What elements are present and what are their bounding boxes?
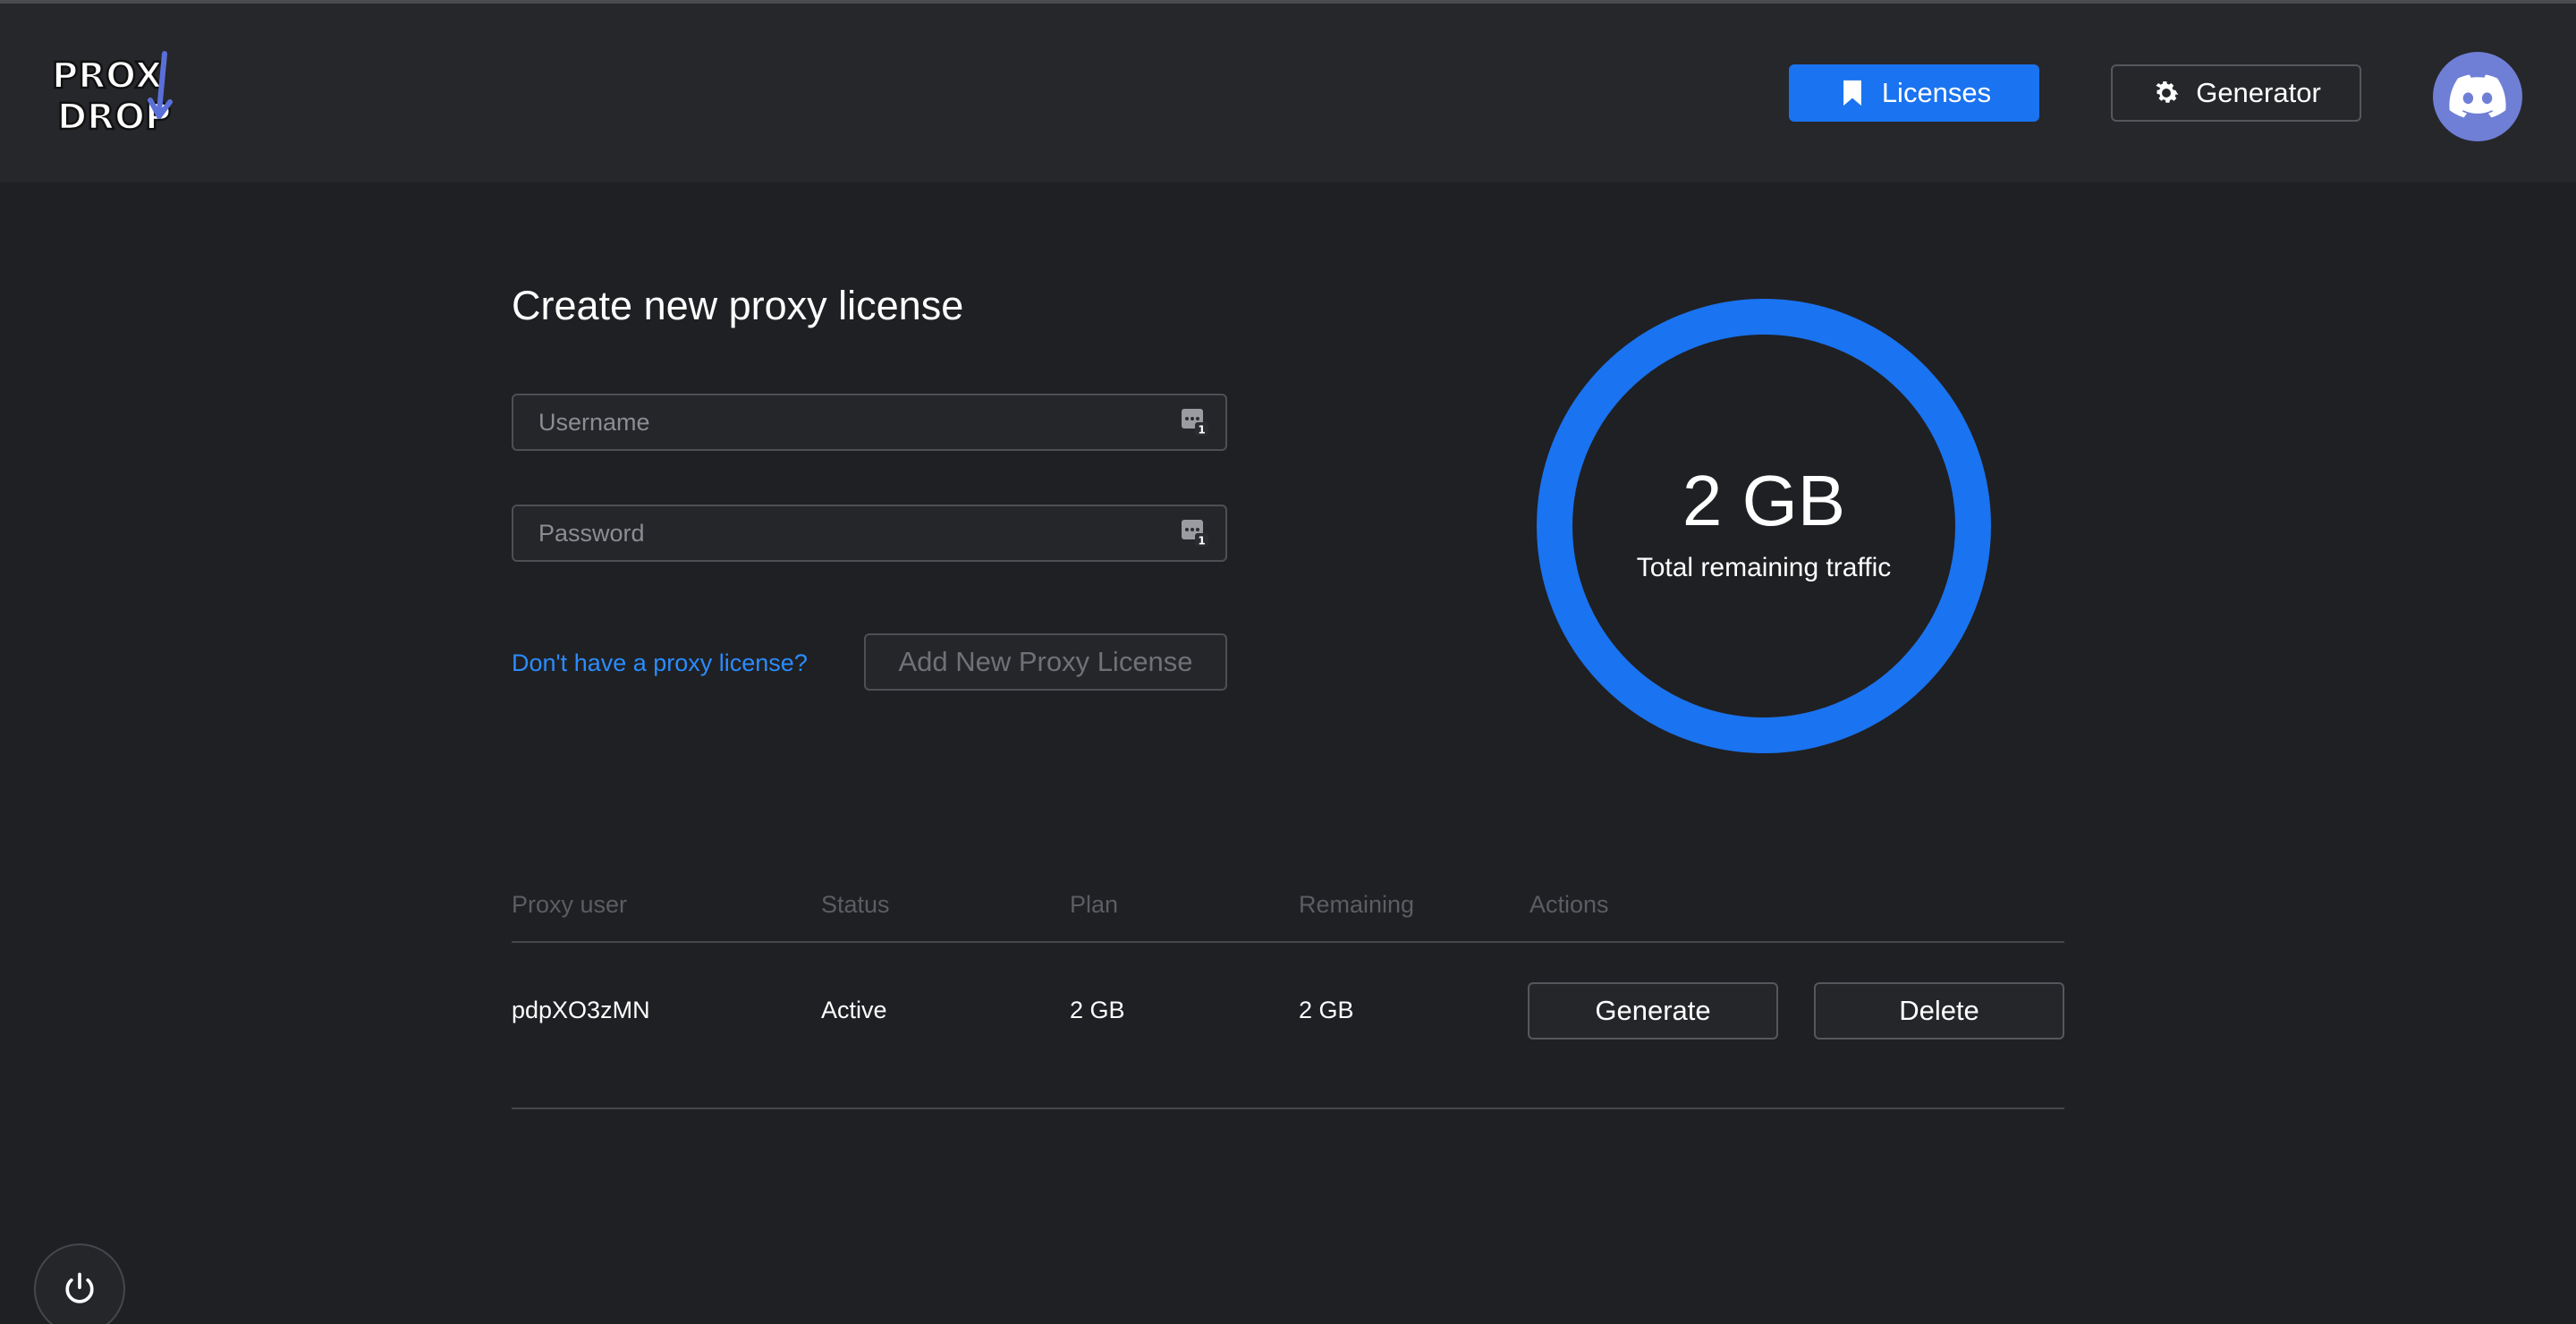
svg-text:PROX: PROX	[52, 55, 163, 97]
top-header: PROX DROP Licenses Generator	[0, 4, 2576, 182]
traffic-label: Total remaining traffic	[1636, 553, 1892, 582]
password-field[interactable]: 1	[512, 505, 1227, 562]
cell-proxy-user: pdpXO3zMN	[512, 997, 650, 1023]
cell-status: Active	[821, 997, 887, 1023]
form-title: Create new proxy license	[512, 283, 964, 328]
svg-text:1: 1	[1198, 535, 1205, 547]
column-header-actions: Actions	[1530, 891, 1609, 918]
add-license-button[interactable]: Add New Proxy License	[864, 633, 1227, 691]
bookmark-icon	[1843, 80, 1861, 106]
column-header-proxy-user: Proxy user	[512, 891, 628, 918]
no-license-link[interactable]: Don't have a proxy license?	[512, 649, 808, 677]
nav-generator-label: Generator	[2196, 77, 2321, 108]
generate-button[interactable]: Generate	[1528, 982, 1778, 1040]
cell-remaining: 2 GB	[1299, 997, 1354, 1023]
table-header: Proxy user Status Plan Remaining Actions	[512, 889, 2064, 943]
power-icon	[65, 1272, 94, 1303]
delete-button[interactable]: Delete	[1814, 982, 2064, 1040]
nav-licenses-button[interactable]: Licenses	[1789, 64, 2039, 122]
column-header-status: Status	[821, 891, 890, 918]
discord-icon	[2449, 74, 2506, 118]
gear-icon	[2156, 81, 2179, 103]
nav-generator-button[interactable]: Generator	[2111, 64, 2361, 122]
username-field[interactable]: 1	[512, 394, 1227, 451]
traffic-ring: 2 GB Total remaining traffic	[1537, 299, 1991, 753]
column-header-plan: Plan	[1070, 891, 1119, 918]
username-input[interactable]	[513, 395, 1225, 449]
discord-avatar-button[interactable]	[2433, 52, 2522, 141]
cell-plan: 2 GB	[1070, 997, 1125, 1023]
traffic-value: 2 GB	[1682, 461, 1846, 540]
svg-text:1: 1	[1198, 424, 1205, 437]
password-manager-icon[interactable]: 1	[1181, 519, 1209, 547]
nav-licenses-label: Licenses	[1881, 77, 1992, 108]
password-manager-icon[interactable]: 1	[1181, 408, 1209, 437]
app-window: PROX DROP Licenses Generator Create new	[0, 0, 2576, 1324]
power-button[interactable]	[34, 1243, 125, 1324]
column-header-remaining: Remaining	[1299, 891, 1415, 918]
table-row: pdpXO3zMN Active 2 GB 2 GB Generate Dele…	[512, 943, 2064, 1109]
proxydrop-logo[interactable]: PROX DROP	[50, 47, 184, 145]
password-input[interactable]	[513, 506, 1225, 560]
licenses-table: Proxy user Status Plan Remaining Actions…	[512, 889, 2064, 1109]
